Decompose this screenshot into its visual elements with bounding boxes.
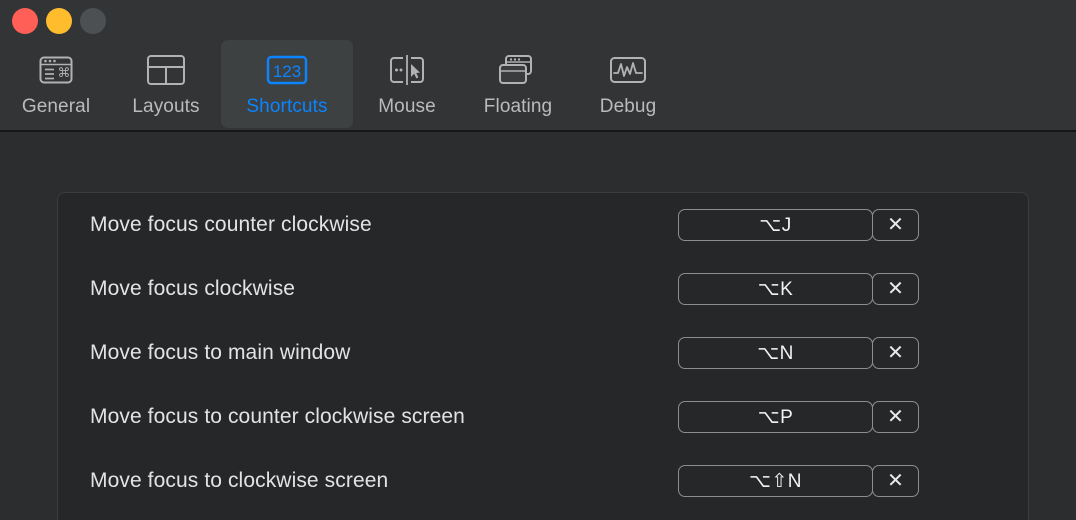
shortcut-keys: ⌥⇧N [749, 472, 802, 491]
clear-shortcut-button[interactable]: ✕ [872, 465, 919, 497]
shortcut-label: Move focus to counter clockwise screen [90, 405, 465, 429]
table-row: Move focus to main window ⌥N ✕ [58, 321, 1029, 385]
shortcut-recorder-field[interactable]: ⌥K [678, 273, 873, 305]
mouse-cursor-split-icon [388, 49, 426, 91]
shortcut-label: Move focus clockwise [90, 277, 295, 301]
tab-debug-label: Debug [600, 95, 657, 119]
close-icon: ✕ [887, 343, 904, 363]
floating-windows-icon [497, 49, 539, 91]
close-icon: ✕ [887, 407, 904, 427]
clear-shortcut-button[interactable]: ✕ [872, 401, 919, 433]
shortcut-label: Move focus to main window [90, 341, 350, 365]
shortcut-keys: ⌥N [757, 344, 794, 363]
preferences-content: Move focus counter clockwise ⌥J ✕ Move f… [0, 134, 1076, 520]
clear-shortcut-button[interactable]: ✕ [872, 337, 919, 369]
window-toolbar: ⌘ General Layouts [0, 0, 1076, 132]
close-icon: ✕ [887, 279, 904, 299]
tab-mouse-label: Mouse [378, 95, 436, 119]
svg-text:⌘: ⌘ [58, 66, 71, 81]
close-icon: ✕ [887, 471, 904, 491]
tab-floating[interactable]: Floating [465, 40, 571, 128]
close-window-button[interactable] [12, 8, 38, 34]
traffic-light-buttons [12, 8, 106, 34]
table-row: Move focus to clockwise screen ⌥⇧N ✕ [58, 449, 1029, 513]
tab-floating-label: Floating [484, 95, 552, 119]
table-row: Move focus counter clockwise ⌥J ✕ [58, 193, 1029, 257]
shortcut-label: Move focus counter clockwise [90, 213, 372, 237]
minimize-window-button[interactable] [46, 8, 72, 34]
tab-shortcuts[interactable]: 123 Shortcuts [221, 40, 353, 128]
shortcut-control: ⌥N ✕ [678, 337, 919, 369]
tab-general[interactable]: ⌘ General [4, 40, 108, 128]
table-row: Move focus to counter clockwise screen ⌥… [58, 385, 1029, 449]
shortcut-recorder-field[interactable]: ⌥J [678, 209, 873, 241]
tab-layouts-label: Layouts [132, 95, 199, 119]
shortcuts-panel: Move focus counter clockwise ⌥J ✕ Move f… [57, 192, 1029, 520]
shortcut-control: ⌥⇧N ✕ [678, 465, 919, 497]
numeric-123-icon: 123 [266, 49, 308, 91]
table-row: Move focus clockwise ⌥K ✕ [58, 257, 1029, 321]
layout-grid-icon [146, 49, 186, 91]
shortcut-control: ⌥K ✕ [678, 273, 919, 305]
tab-mouse[interactable]: Mouse [355, 40, 459, 128]
clear-shortcut-button[interactable]: ✕ [872, 273, 919, 305]
shortcut-keys: ⌥K [758, 280, 794, 299]
activity-waveform-icon [608, 49, 648, 91]
preferences-tab-bar: ⌘ General Layouts [0, 40, 1076, 130]
tab-debug[interactable]: Debug [576, 40, 680, 128]
shortcut-keys: ⌥P [758, 408, 794, 427]
shortcut-control: ⌥P ✕ [678, 401, 919, 433]
close-icon: ✕ [887, 215, 904, 235]
tab-shortcuts-label: Shortcuts [246, 95, 327, 119]
shortcut-control: ⌥J ✕ [678, 209, 919, 241]
shortcut-label: Move focus to clockwise screen [90, 469, 388, 493]
tab-general-label: General [22, 95, 90, 119]
shortcut-recorder-field[interactable]: ⌥⇧N [678, 465, 873, 497]
clear-shortcut-button[interactable]: ✕ [872, 209, 919, 241]
shortcut-keys: ⌥J [759, 216, 791, 235]
shortcut-recorder-field[interactable]: ⌥N [678, 337, 873, 369]
tab-layouts[interactable]: Layouts [114, 40, 218, 128]
preferences-window: ⌘ General Layouts [0, 0, 1076, 520]
shortcut-recorder-field[interactable]: ⌥P [678, 401, 873, 433]
svg-text:123: 123 [273, 62, 301, 81]
zoom-window-button [80, 8, 106, 34]
window-command-icon: ⌘ [38, 49, 74, 91]
